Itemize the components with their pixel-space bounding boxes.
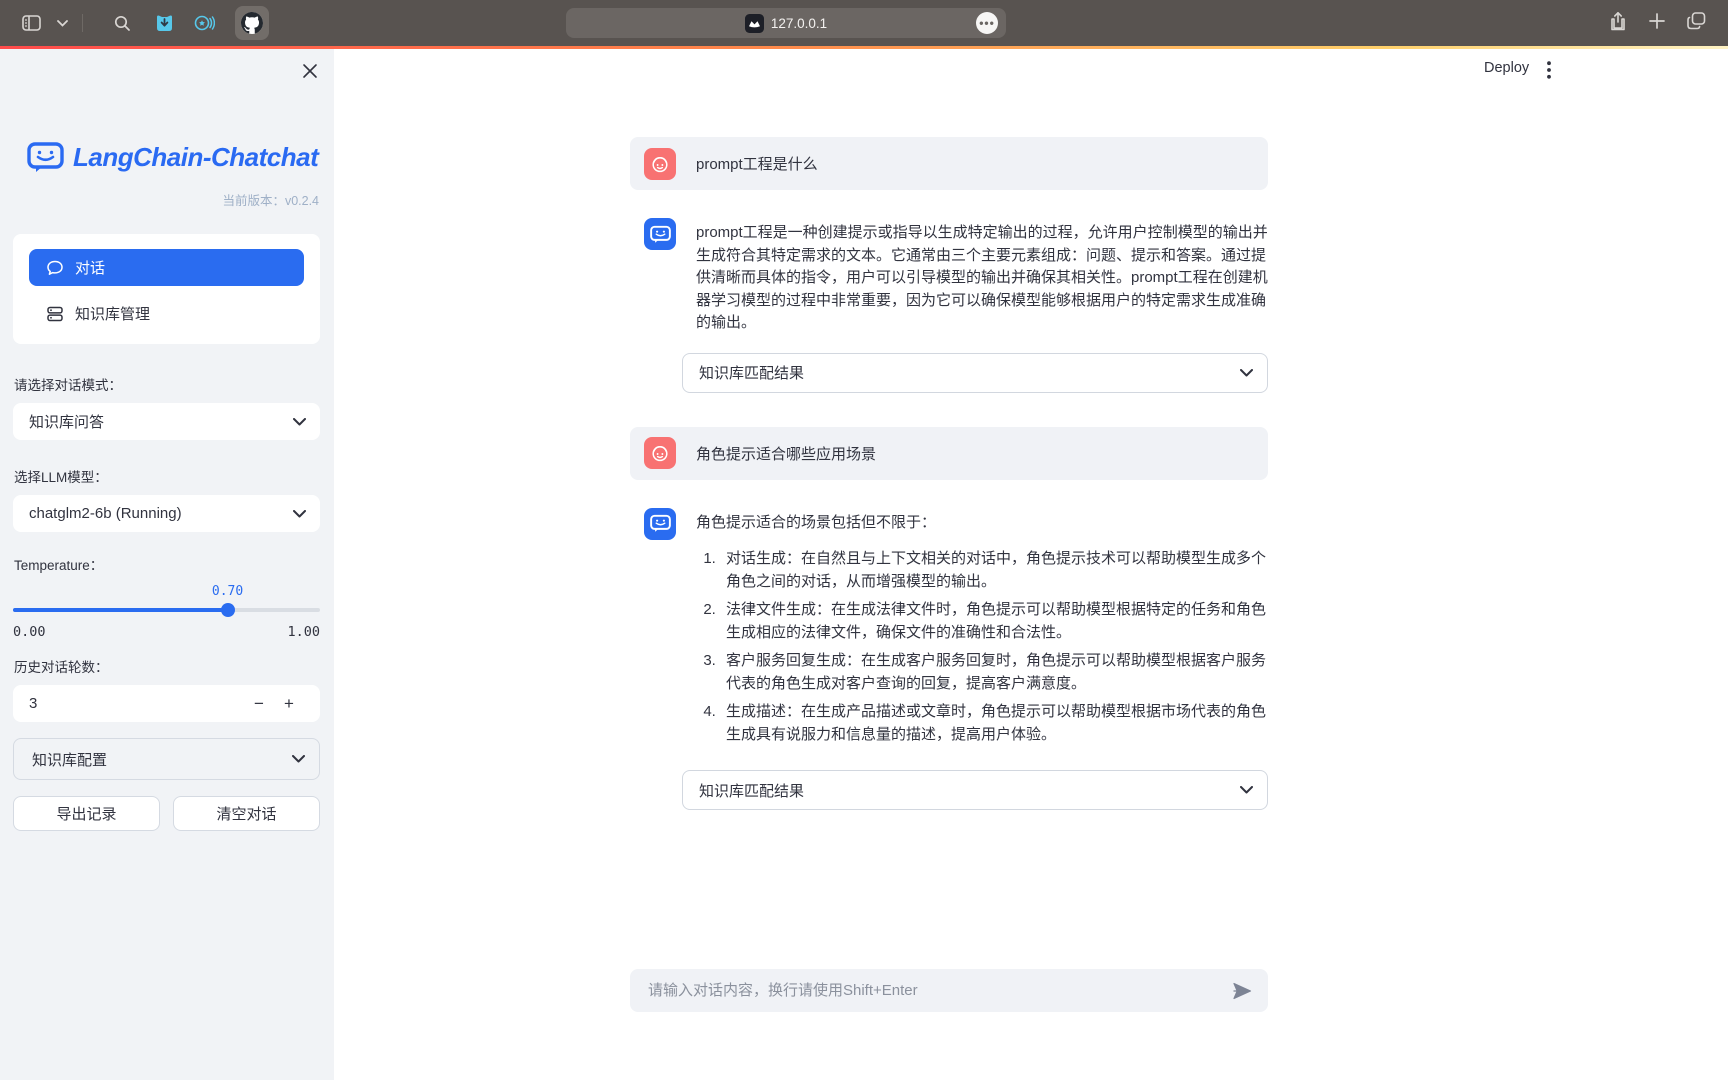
chevron-down-icon [292,755,305,763]
chevron-down-icon[interactable] [54,10,70,36]
assistant-message-text: prompt工程是一种创建提示或指导以生成特定输出的过程，允许用户控制模型的输出… [696,218,1268,335]
temperature-label: Temperature： [13,554,320,574]
user-message-text: 角色提示适合哪些应用场景 [696,443,876,464]
chevron-down-icon [293,510,306,518]
app-title: LangChain-Chatchat [73,142,318,173]
tab-github-icon[interactable] [235,6,269,40]
chevron-down-icon [1240,786,1253,794]
browser-toolbar: 127.0.0.1 ••• [0,0,1728,46]
dialogue-mode-value: 知识库问答 [29,411,104,432]
history-rounds-label: 历史对话轮数： [13,656,320,676]
slider-fill [13,608,228,612]
chat-input-bar [630,969,1268,1012]
chevron-down-icon [1240,369,1253,377]
kb-match-expander[interactable]: 知识库匹配结果 [682,353,1268,393]
nav-item-knowledge-base[interactable]: 知识库管理 [29,303,304,324]
url-text: 127.0.0.1 [771,16,827,31]
temperature-min: 0.00 [13,624,46,640]
user-message-text: prompt工程是什么 [696,153,818,174]
nav-item-label: 知识库管理 [75,303,150,324]
history-rounds-value: 3 [29,695,244,712]
list-item: 对话生成：在自然且与上下文相关的对话中，角色提示技术可以帮助模型生成多个角色之间… [720,548,1268,593]
assistant-message-body: 角色提示适合的场景包括但不限于： 对话生成：在自然且与上下文相关的对话中，角色提… [696,508,1268,753]
tab-overview-icon[interactable] [1687,12,1706,35]
user-avatar [644,437,676,469]
user-message: 角色提示适合哪些应用场景 [630,427,1268,480]
assistant-bubble-icon [650,514,671,533]
nav-item-label: 对话 [75,257,105,278]
llm-model-select[interactable]: chatglm2-6b (Running) [13,495,320,532]
list-item: 法律文件生成：在生成法律文件时，角色提示可以帮助模型根据特定的任务和角色生成相应… [720,599,1268,644]
temperature-slider[interactable]: 0.70 0.00 1.00 [13,582,320,638]
assistant-message-text: 角色提示适合的场景包括但不限于： [696,512,1268,535]
user-avatar [644,148,676,180]
assistant-avatar [644,508,676,540]
kb-config-expander[interactable]: 知识库配置 [13,738,320,780]
dialogue-mode-select[interactable]: 知识库问答 [13,403,320,440]
tab-favicon-broadcast-icon[interactable] [191,10,217,36]
list-item: 客户服务回复生成：在生成客户服务回复时，角色提示可以帮助模型根据客户服务代表的角… [720,650,1268,695]
dialogue-mode-label: 请选择对话模式： [13,374,320,394]
chat-icon [46,259,64,277]
toolbar-divider [82,14,83,32]
search-icon[interactable] [109,10,135,36]
new-tab-icon[interactable] [1649,13,1665,34]
assistant-scenario-list: 对话生成：在自然且与上下文相关的对话中，角色提示技术可以帮助模型生成多个角色之间… [696,548,1268,746]
user-message: prompt工程是什么 [630,137,1268,190]
address-more-icon[interactable]: ••• [976,12,998,34]
tab-favicon-bookmark-icon[interactable] [151,10,177,36]
export-records-button[interactable]: 导出记录 [13,796,160,831]
chat-input[interactable] [648,982,1228,999]
user-face-icon [650,443,670,463]
chat-bubble-logo-icon [27,141,64,174]
nav-menu: 对话 知识库管理 [13,234,320,344]
temperature-value: 0.70 [212,584,243,599]
nav-item-dialogue[interactable]: 对话 [29,249,304,286]
kb-config-label: 知识库配置 [32,749,107,770]
slider-thumb[interactable] [221,603,235,617]
assistant-message: 角色提示适合的场景包括但不限于： 对话生成：在自然且与上下文相关的对话中，角色提… [630,508,1268,753]
kb-match-label: 知识库匹配结果 [699,780,804,801]
kb-match-expander[interactable]: 知识库匹配结果 [682,770,1268,810]
address-bar[interactable]: 127.0.0.1 ••• [566,8,1006,38]
kb-match-label: 知识库匹配结果 [699,362,804,383]
chat-thread: prompt工程是什么 prompt工程是一种创建提示或指导以生成特定输出的过程… [630,137,1268,810]
llm-model-label: 选择LLM模型： [13,466,320,486]
database-icon [46,305,64,323]
assistant-avatar [644,218,676,250]
user-face-icon [650,154,670,174]
deploy-button[interactable]: Deploy [1484,60,1529,76]
llm-model-value: chatglm2-6b (Running) [29,505,182,522]
assistant-message: prompt工程是一种创建提示或指导以生成特定输出的过程，允许用户控制模型的输出… [630,218,1268,335]
streamlit-favicon [745,14,764,33]
app-logo: LangChain-Chatchat [13,141,320,174]
list-item: 生成描述：在生成产品描述或文章时，角色提示可以帮助模型根据市场代表的角色生成具有… [720,701,1268,746]
share-icon[interactable] [1609,11,1627,36]
version-label: 当前版本：v0.2.4 [13,190,320,209]
send-icon[interactable] [1228,977,1256,1005]
increment-button[interactable]: + [274,694,304,714]
app-root: 127.0.0.1 ••• [0,0,1728,1080]
chevron-down-icon [293,418,306,426]
sidebar-close-icon[interactable] [301,62,321,82]
sidebar-toggle-icon[interactable] [18,10,44,36]
decrement-button[interactable]: − [244,694,274,714]
main-menu-icon[interactable] [1540,60,1558,80]
clear-dialogue-button[interactable]: 清空对话 [173,796,320,831]
history-rounds-input[interactable]: 3 − + [13,685,320,722]
temperature-max: 1.00 [287,624,320,640]
sidebar: LangChain-Chatchat 当前版本：v0.2.4 对话 知识库管理 … [0,49,334,1080]
assistant-bubble-icon [650,225,671,244]
